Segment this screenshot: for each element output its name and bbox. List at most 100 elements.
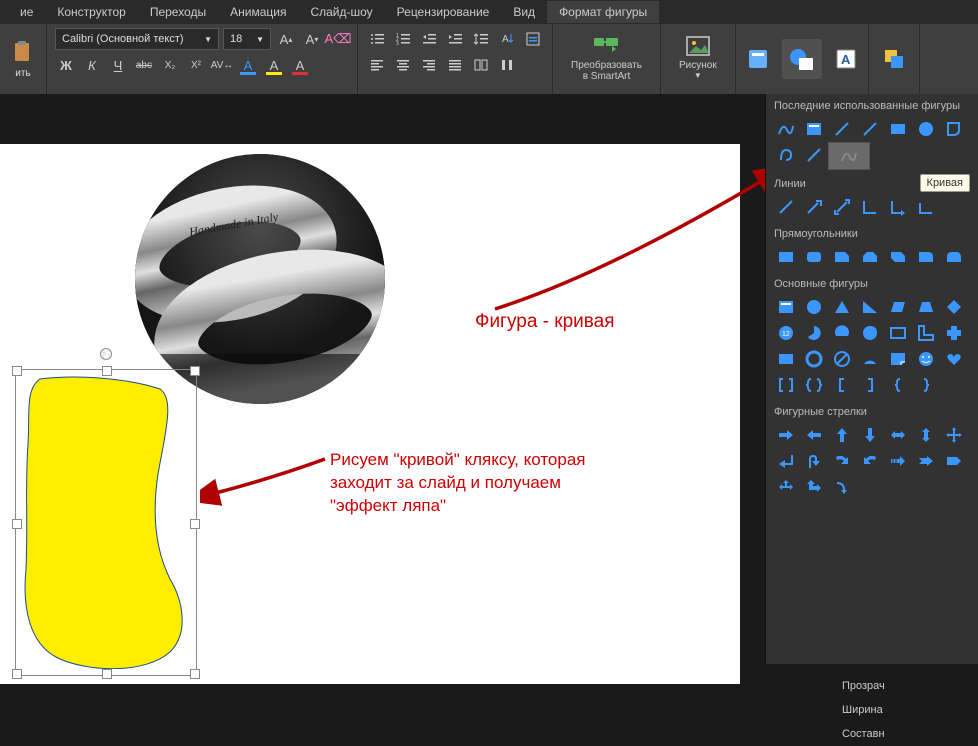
basic-trapezoid[interactable] bbox=[912, 294, 940, 320]
basic-donut[interactable] bbox=[800, 346, 828, 372]
arrow-curvedown[interactable] bbox=[828, 474, 856, 500]
prop-transparency[interactable]: Прозрач bbox=[828, 674, 978, 698]
handle-nw[interactable] bbox=[12, 366, 22, 376]
align-right-button[interactable] bbox=[418, 54, 440, 76]
basic-rbracket[interactable] bbox=[856, 372, 884, 398]
bold-button[interactable]: Ж bbox=[55, 54, 77, 76]
arrow-updown2[interactable] bbox=[800, 474, 828, 500]
arrange-button[interactable] bbox=[877, 42, 911, 76]
shape-line2[interactable] bbox=[856, 116, 884, 142]
handle-s[interactable] bbox=[102, 669, 112, 679]
quick-styles-button[interactable] bbox=[742, 43, 774, 75]
basic-diamond[interactable] bbox=[940, 294, 968, 320]
basic-pie[interactable] bbox=[800, 320, 828, 346]
rect-snip1[interactable] bbox=[828, 244, 856, 270]
handle-sw[interactable] bbox=[12, 669, 22, 679]
justify-button[interactable] bbox=[444, 54, 466, 76]
shape-freeform1[interactable] bbox=[940, 116, 968, 142]
font-name-select[interactable]: Calibri (Основной текст)▼ bbox=[55, 28, 219, 50]
basic-cross[interactable] bbox=[940, 320, 968, 346]
font-size-select[interactable]: 18▼ bbox=[223, 28, 271, 50]
tab-review[interactable]: Рецензирование bbox=[385, 1, 502, 23]
basic-lbracket[interactable] bbox=[828, 372, 856, 398]
handle-e[interactable] bbox=[190, 519, 200, 529]
arrow-pentagon[interactable] bbox=[940, 448, 968, 474]
subscript-button[interactable]: X₂ bbox=[159, 54, 181, 76]
rect-round2[interactable] bbox=[940, 244, 968, 270]
rect-1[interactable] bbox=[772, 244, 800, 270]
basic-arc[interactable] bbox=[856, 346, 884, 372]
picture-button[interactable]: Рисунок ▼ bbox=[669, 28, 727, 84]
ring-image[interactable]: Handmade in Italy bbox=[135, 154, 385, 404]
rect-snipdiag[interactable] bbox=[884, 244, 912, 270]
arrow-right[interactable] bbox=[772, 422, 800, 448]
clear-format-button[interactable]: A⌫ bbox=[327, 28, 349, 50]
basic-rect2[interactable] bbox=[772, 346, 800, 372]
handle-n[interactable] bbox=[102, 366, 112, 376]
handle-ne[interactable] bbox=[190, 366, 200, 376]
shapes-gallery-button[interactable] bbox=[782, 39, 822, 79]
arrow-left[interactable] bbox=[800, 422, 828, 448]
prop-compound[interactable]: Составн bbox=[828, 722, 978, 746]
line-elbow-double[interactable] bbox=[912, 194, 940, 220]
tab-animation[interactable]: Анимация bbox=[218, 1, 298, 23]
font-increase-button[interactable]: A▴ bbox=[275, 28, 297, 50]
shape-rect[interactable] bbox=[884, 116, 912, 142]
font-decrease-button[interactable]: A▾ bbox=[301, 28, 323, 50]
basic-lshape[interactable] bbox=[912, 320, 940, 346]
font-fill-button[interactable]: A bbox=[289, 54, 311, 76]
shape-line[interactable] bbox=[828, 116, 856, 142]
align-text-button[interactable] bbox=[522, 28, 544, 50]
basic-oval[interactable] bbox=[800, 294, 828, 320]
basic-triangle[interactable] bbox=[828, 294, 856, 320]
char-spacing-button[interactable]: AV↔ bbox=[211, 54, 233, 76]
tab-slideshow[interactable]: Слайд-шоу bbox=[298, 1, 384, 23]
basic-noentry[interactable] bbox=[828, 346, 856, 372]
textbox-style-button[interactable]: A bbox=[830, 43, 862, 75]
basic-textbox[interactable] bbox=[772, 294, 800, 320]
tab-partial[interactable]: ие bbox=[8, 1, 45, 23]
basic-heart[interactable] bbox=[940, 346, 968, 372]
font-color-button[interactable]: A bbox=[237, 54, 259, 76]
basic-dodecagon[interactable]: 12 bbox=[772, 320, 800, 346]
basic-brackets[interactable] bbox=[772, 372, 800, 398]
numbering-button[interactable]: 123 bbox=[392, 28, 414, 50]
arrow-up[interactable] bbox=[828, 422, 856, 448]
shape-curve-selected[interactable] bbox=[828, 142, 870, 170]
rect-rounded[interactable] bbox=[800, 244, 828, 270]
selection-box[interactable]: ↻ bbox=[15, 369, 197, 676]
arrow-bentleft[interactable] bbox=[772, 448, 800, 474]
arrow-curveleft[interactable] bbox=[856, 448, 884, 474]
basic-braces[interactable] bbox=[800, 372, 828, 398]
tab-designer[interactable]: Конструктор bbox=[45, 1, 137, 23]
underline-button[interactable]: Ч bbox=[107, 54, 129, 76]
arrow-curveright[interactable] bbox=[828, 448, 856, 474]
prop-width[interactable]: Ширина bbox=[828, 698, 978, 722]
line-double-arrow[interactable] bbox=[828, 194, 856, 220]
distribute-button[interactable] bbox=[496, 54, 518, 76]
basic-smiley[interactable] bbox=[912, 346, 940, 372]
tab-view[interactable]: Вид bbox=[501, 1, 547, 23]
tab-transitions[interactable]: Переходы bbox=[138, 1, 218, 23]
rect-round1[interactable] bbox=[912, 244, 940, 270]
outdent-button[interactable] bbox=[418, 28, 440, 50]
tab-shape-format[interactable]: Формат фигуры bbox=[547, 1, 659, 23]
arrow-stripedr[interactable] bbox=[884, 448, 912, 474]
basic-teardrop[interactable] bbox=[856, 320, 884, 346]
basic-rbrace[interactable] bbox=[912, 372, 940, 398]
arrow-updown[interactable] bbox=[912, 422, 940, 448]
slide-canvas[interactable]: Handmade in Italy ↻ Фигура - кривая Рису… bbox=[0, 144, 740, 684]
rotation-handle[interactable]: ↻ bbox=[100, 348, 112, 360]
paste-icon[interactable] bbox=[13, 40, 33, 64]
line-spacing-button[interactable] bbox=[470, 28, 492, 50]
rect-snip2[interactable] bbox=[856, 244, 884, 270]
bullets-button[interactable] bbox=[366, 28, 388, 50]
shape-oval[interactable] bbox=[912, 116, 940, 142]
align-center-button[interactable] bbox=[392, 54, 414, 76]
handle-se[interactable] bbox=[190, 669, 200, 679]
columns-button[interactable] bbox=[470, 54, 492, 76]
arrow-uturn[interactable] bbox=[800, 448, 828, 474]
shape-scribble[interactable] bbox=[772, 142, 800, 168]
basic-lbrace[interactable] bbox=[884, 372, 912, 398]
superscript-button[interactable]: X² bbox=[185, 54, 207, 76]
